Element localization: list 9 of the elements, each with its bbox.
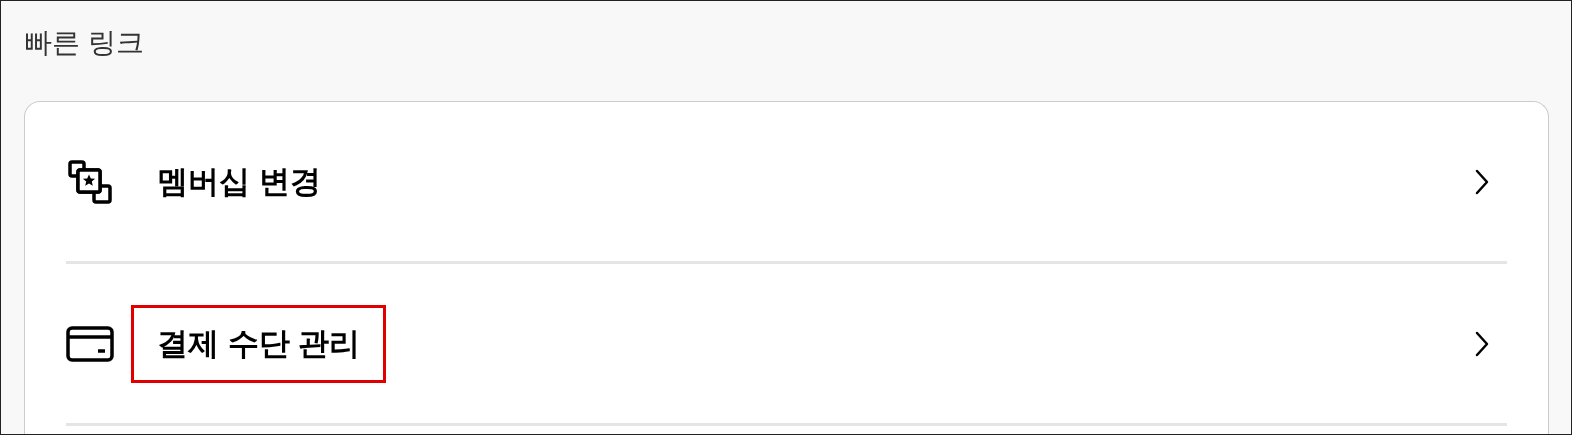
quick-link-row[interactable]: 결제 수단 관리 — [66, 264, 1507, 426]
quick-link-row[interactable]: 멤버십 변경 — [66, 102, 1507, 264]
link-label: 결제 수단 관리 — [157, 325, 361, 361]
stacked-star-cards-icon — [66, 157, 114, 206]
chevron-right-icon — [1475, 168, 1489, 195]
section-title: 빠른 링크 — [24, 26, 144, 60]
chevron-right-icon — [1475, 330, 1489, 357]
credit-card-icon — [66, 325, 114, 362]
link-label: 멤버십 변경 — [157, 163, 321, 199]
